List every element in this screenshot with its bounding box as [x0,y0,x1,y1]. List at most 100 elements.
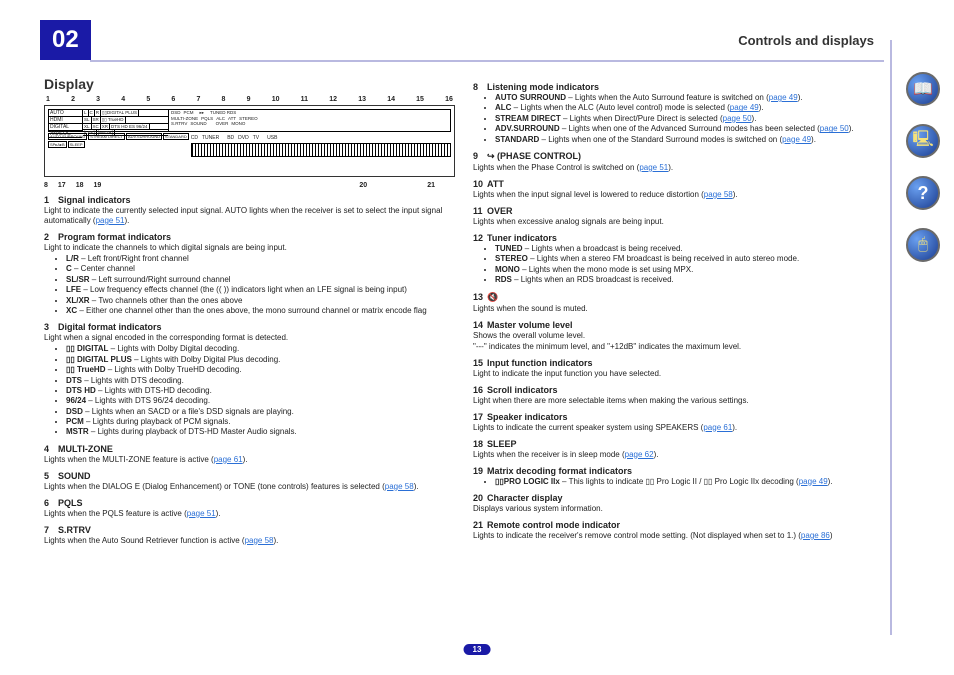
list-item: XL/XR – Two channels other than the ones… [66,296,455,306]
hardware-icon[interactable]: 🖳 [906,124,940,158]
page-xref[interactable]: page 49 [782,135,811,144]
page-xref[interactable]: page 61 [703,423,732,432]
page-xref[interactable]: page 62 [625,450,654,459]
page-xref[interactable]: page 50 [723,114,752,123]
section-heading: 13🔇 [473,292,884,303]
book-icon[interactable]: 📖 [906,72,940,106]
section-heading: 6PQLS [44,498,455,508]
section-desc: Lights to indicate the current speaker s… [473,423,884,433]
page-xref[interactable]: page 86 [801,531,830,540]
list-item: ▯▯ DIGITAL PLUS – Lights with Dolby Digi… [66,355,455,365]
list-item: STANDARD – Lights when one of the Standa… [495,135,884,145]
section-desc: Lights when the sound is muted. [473,304,884,314]
section-heading: 2Program format indicators [44,232,455,242]
list-item: DTS – Lights with DTS decoding. [66,376,455,386]
page-xref[interactable]: page 51 [96,216,125,225]
list-item: STEREO – Lights when a stereo FM broadca… [495,254,884,264]
section-heading: 10ATT [473,179,884,189]
section-heading: 19Matrix decoding format indicators [473,466,884,476]
section-heading: 20Character display [473,493,884,503]
list-item: ▯▯ DIGITAL – Lights with Dolby Digital d… [66,344,455,354]
list-item: ▯▯PRO LOGIC IIx – This lights to indicat… [495,477,884,487]
bullet-list: ▯▯ DIGITAL – Lights with Dolby Digital d… [44,344,455,438]
list-item: ▯▯ TrueHD – Lights with Dolby TrueHD dec… [66,365,455,375]
section-desc: Shows the overall volume level. [473,331,884,341]
list-item: MSTR – Lights during playback of DTS-HD … [66,427,455,437]
list-item: 96/24 – Lights with DTS 96/24 decoding. [66,396,455,406]
list-item: MONO – Lights when the mono mode is set … [495,265,884,275]
section-desc: Light when a signal encoded in the corre… [44,333,455,343]
list-item: LFE – Low frequency effects channel (the… [66,285,455,295]
section-desc: Lights when the MULTI-ZONE feature is ac… [44,455,455,465]
section-icon: ↪ [487,151,495,161]
section-heading: 12Tuner indicators [473,233,884,243]
help-icon[interactable]: ? [906,176,940,210]
section-desc: Light to indicate the channels to which … [44,243,455,253]
header-underline [90,60,884,62]
list-item: TUNED – Lights when a broadcast is being… [495,244,884,254]
header-title: Controls and displays [738,33,884,48]
callouts-top: 12345678910111213141516 [44,96,455,105]
list-item: XC – Either one channel other than the o… [66,306,455,316]
section-desc: Lights when the Phase Control is switche… [473,163,884,173]
list-item: L/R – Left front/Right front channel [66,254,455,264]
section-desc: Lights when the PQLS feature is active (… [44,509,455,519]
list-item: AUTO SURROUND – Lights when the Auto Sur… [495,93,884,103]
page-xref[interactable]: page 49 [769,93,798,102]
section-heading: 21Remote control mode indicator [473,520,884,530]
page-xref[interactable]: page 51 [639,163,668,172]
list-item: ADV.SURROUND – Lights when one of the Ad… [495,124,884,134]
section-heading: 9↪ (PHASE CONTROL) [473,151,884,162]
section-desc: Lights when the input signal level is lo… [473,190,884,200]
section-desc: Lights to indicate the receiver's remove… [473,531,884,541]
chapter-badge: 02 [40,20,91,60]
right-column: 8Listening mode indicatorsAUTO SURROUND … [473,76,884,546]
display-heading: Display [44,76,455,92]
display-diagram: AUTOHDMIDIGITALANALOG LCR▯▯DIGITAL PLUSS… [44,105,455,177]
page-xref[interactable]: page 49 [730,103,759,112]
section-desc: Lights when excessive analog signals are… [473,217,884,227]
list-item: SL/SR – Left surround/Right surround cha… [66,275,455,285]
list-item: DSD – Lights when an SACD or a file's DS… [66,407,455,417]
section-heading: 18SLEEP [473,439,884,449]
page-xref[interactable]: page 50 [820,124,849,133]
section-heading: 7S.RTRV [44,525,455,535]
page-xref[interactable]: page 51 [187,509,216,518]
section-heading: 3Digital format indicators [44,322,455,332]
bullet-list: ▯▯PRO LOGIC IIx – This lights to indicat… [473,477,884,487]
side-nav-icons: 📖 🖳 ? 🖱 [906,72,940,262]
callouts-bottom: 8171819 2021 [44,181,455,189]
page-xref[interactable]: page 58 [385,482,414,491]
section-desc: Light to indicate the currently selected… [44,206,455,226]
page-xref[interactable]: page 49 [799,477,828,486]
section-heading: 4MULTI-ZONE [44,444,455,454]
section-heading: 1Signal indicators [44,195,455,205]
section-heading: 11OVER [473,206,884,216]
page-number: 13 [464,644,491,655]
section-desc: Lights when the receiver is in sleep mod… [473,450,884,460]
list-item: ALC – Lights when the ALC (Auto level co… [495,103,884,113]
page-xref[interactable]: page 58 [704,190,733,199]
section-heading: 5SOUND [44,471,455,481]
remote-icon[interactable]: 🖱 [906,228,940,262]
bullet-list: AUTO SURROUND – Lights when the Auto Sur… [473,93,884,145]
list-item: PCM – Lights during playback of PCM sign… [66,417,455,427]
section-desc: Displays various system information. [473,504,884,514]
list-item: STREAM DIRECT – Lights when Direct/Pure … [495,114,884,124]
section-heading: 15Input function indicators [473,358,884,368]
list-item: DTS HD – Lights with DTS-HD decoding. [66,386,455,396]
bullet-list: L/R – Left front/Right front channelC – … [44,254,455,316]
page-xref[interactable]: page 61 [214,455,243,464]
section-desc: Lights when the DIALOG E (Dialog Enhance… [44,482,455,492]
header-sidebar-rule [890,40,892,635]
list-item: C – Center channel [66,264,455,274]
page-xref[interactable]: page 58 [245,536,274,545]
section-desc: Light when there are more selectable ite… [473,396,884,406]
section-heading: 17Speaker indicators [473,412,884,422]
section-heading: 14Master volume level [473,320,884,330]
list-item: RDS – Lights when an RDS broadcast is re… [495,275,884,285]
section-icon: 🔇 [487,292,498,302]
section-desc: Light to indicate the input function you… [473,369,884,379]
bullet-list: TUNED – Lights when a broadcast is being… [473,244,884,286]
section-desc: Lights when the Auto Sound Retriever fun… [44,536,455,546]
